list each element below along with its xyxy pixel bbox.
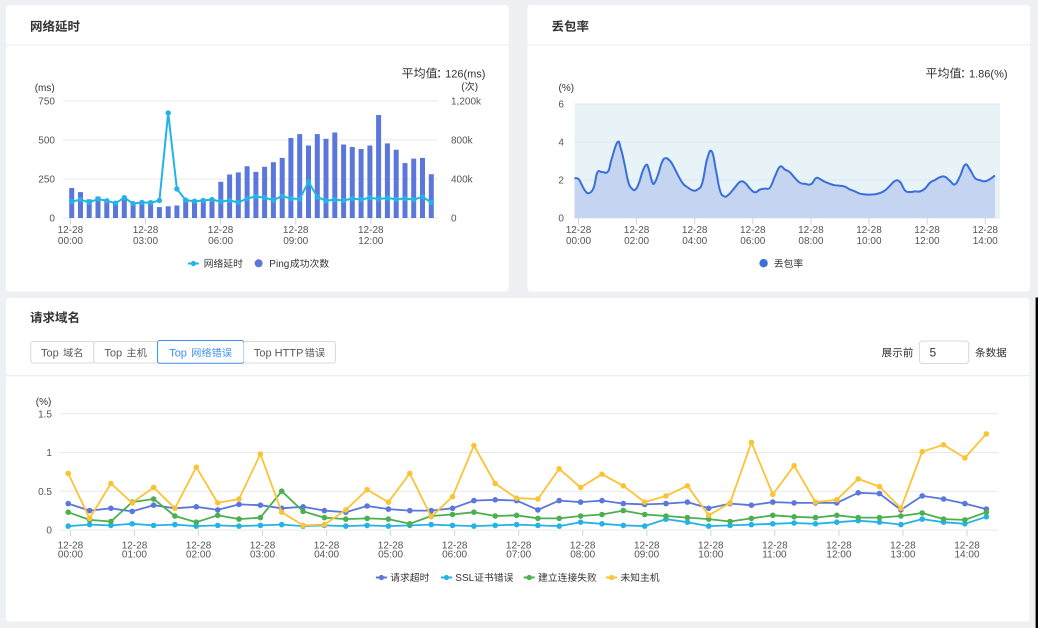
svg-text:03:00: 03:00 (250, 549, 275, 560)
svg-text:06:00: 06:00 (740, 236, 765, 247)
svg-text:1.86(%): 1.86(%) (969, 69, 1008, 81)
svg-text:SSL: SSL (455, 573, 474, 584)
svg-text:10:00: 10:00 (698, 549, 723, 560)
svg-text:11:00: 11:00 (762, 549, 787, 560)
svg-text:07:00: 07:00 (506, 549, 531, 560)
svg-text:00:00: 00:00 (58, 236, 83, 247)
svg-text:1.5: 1.5 (38, 409, 52, 420)
svg-text:10:00: 10:00 (857, 236, 882, 247)
svg-text:12-28: 12-28 (133, 225, 159, 236)
svg-text:Top: Top (41, 347, 59, 359)
svg-text:(ms): (ms) (35, 83, 55, 94)
svg-text:01:00: 01:00 (122, 549, 147, 560)
svg-text:02:00: 02:00 (624, 236, 649, 247)
svg-text:0: 0 (46, 526, 52, 537)
svg-text:09:00: 09:00 (634, 549, 659, 560)
svg-text:12-28: 12-28 (682, 225, 708, 236)
svg-text:5: 5 (930, 346, 937, 360)
svg-text:800k: 800k (451, 136, 474, 147)
svg-text:500: 500 (38, 136, 55, 147)
svg-text:00:00: 00:00 (566, 236, 591, 247)
svg-text:12-28: 12-28 (972, 225, 998, 236)
svg-text:12-28: 12-28 (58, 225, 84, 236)
svg-text:2: 2 (558, 176, 564, 187)
svg-text:0: 0 (451, 214, 457, 225)
svg-text:250: 250 (38, 175, 55, 186)
svg-text:): ) (475, 82, 478, 93)
svg-text:09:00: 09:00 (283, 236, 308, 247)
svg-text:04:00: 04:00 (314, 549, 339, 560)
svg-text:12-28: 12-28 (283, 225, 309, 236)
svg-text:12:00: 12:00 (915, 236, 940, 247)
svg-text:12-28: 12-28 (624, 225, 650, 236)
svg-text:06:00: 06:00 (442, 549, 467, 560)
svg-text:6: 6 (558, 100, 564, 111)
svg-text:750: 750 (38, 97, 55, 108)
svg-text:(%): (%) (36, 397, 52, 408)
svg-text:00:00: 00:00 (58, 549, 83, 560)
svg-text:08:00: 08:00 (798, 236, 823, 247)
svg-text:1,200k: 1,200k (451, 97, 482, 108)
svg-text:12-28: 12-28 (740, 225, 766, 236)
svg-text:0.5: 0.5 (38, 487, 52, 498)
svg-text:Ping: Ping (269, 259, 289, 270)
svg-text:Top: Top (169, 347, 187, 359)
svg-text:12:00: 12:00 (358, 236, 383, 247)
svg-text:126(ms): 126(ms) (445, 69, 485, 81)
svg-text:12-28: 12-28 (208, 225, 234, 236)
svg-text:400k: 400k (451, 175, 474, 186)
svg-text:13:00: 13:00 (890, 549, 915, 560)
svg-text:(%): (%) (559, 83, 575, 94)
svg-text:05:00: 05:00 (378, 549, 403, 560)
svg-text:12-28: 12-28 (566, 225, 592, 236)
svg-text:12-28: 12-28 (856, 225, 882, 236)
svg-text:12-28: 12-28 (914, 225, 940, 236)
svg-text:12-28: 12-28 (798, 225, 824, 236)
svg-text:14:00: 14:00 (955, 549, 980, 560)
svg-text:04:00: 04:00 (682, 236, 707, 247)
svg-text:03:00: 03:00 (133, 236, 158, 247)
svg-text:0: 0 (558, 214, 564, 225)
svg-text:0: 0 (49, 214, 55, 225)
svg-text:08:00: 08:00 (570, 549, 595, 560)
svg-text:1: 1 (46, 448, 52, 459)
svg-text:Top HTTP: Top HTTP (254, 347, 304, 359)
svg-text:12-28: 12-28 (358, 225, 384, 236)
svg-text:4: 4 (558, 138, 564, 149)
svg-text:12:00: 12:00 (826, 549, 851, 560)
svg-text:06:00: 06:00 (208, 236, 233, 247)
svg-text:Top: Top (104, 347, 122, 359)
svg-text:02:00: 02:00 (186, 549, 211, 560)
svg-text:14:00: 14:00 (973, 236, 998, 247)
